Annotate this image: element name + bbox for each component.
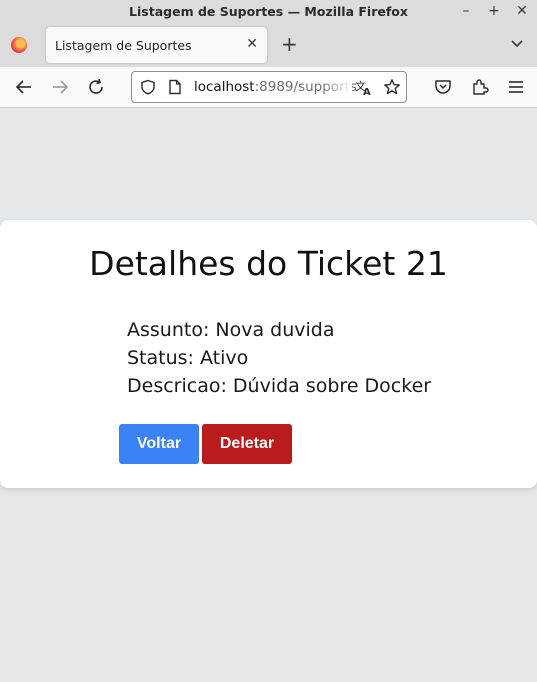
detail-descricao: Descricao: Dúvida sobre Docker bbox=[127, 375, 432, 397]
forward-arrow-icon[interactable] bbox=[50, 77, 70, 97]
navigation-toolbar: localhost:8989/supports 文 A bbox=[0, 67, 537, 108]
extensions-icon[interactable] bbox=[470, 77, 490, 97]
ticket-details-card: Detalhes do Ticket 21 Assunto: Nova duvi… bbox=[0, 220, 537, 488]
delete-button[interactable]: Deletar bbox=[202, 424, 292, 464]
svg-text:A: A bbox=[363, 87, 371, 96]
detail-assunto: Assunto: Nova duvida bbox=[127, 319, 335, 341]
window-controls: – + ✕ bbox=[457, 0, 531, 22]
page-icon[interactable] bbox=[168, 79, 182, 95]
star-icon[interactable] bbox=[383, 78, 401, 96]
close-window-button[interactable]: ✕ bbox=[513, 0, 531, 22]
translate-icon[interactable]: 文 A bbox=[355, 79, 373, 96]
window-title: Listagem de Suportes — Mozilla Firefox bbox=[129, 3, 408, 19]
maximize-button[interactable]: + bbox=[485, 0, 503, 22]
reload-icon[interactable] bbox=[86, 77, 106, 97]
new-tab-button[interactable]: + bbox=[281, 33, 298, 55]
minimize-button[interactable]: – bbox=[457, 0, 475, 22]
detail-status: Status: Ativo bbox=[127, 347, 249, 369]
url-fade bbox=[322, 72, 352, 102]
address-bar[interactable]: localhost:8989/supports 文 A bbox=[131, 71, 407, 103]
pocket-icon[interactable] bbox=[433, 77, 453, 97]
shield-icon[interactable] bbox=[140, 79, 156, 95]
page-title: Detalhes do Ticket 21 bbox=[89, 244, 448, 283]
firefox-logo-icon[interactable] bbox=[11, 37, 27, 53]
window-titlebar: Listagem de Suportes — Mozilla Firefox –… bbox=[0, 0, 537, 22]
back-button[interactable]: Voltar bbox=[119, 424, 199, 464]
tab-listagem-de-suportes[interactable]: Listagem de Suportes ✕ bbox=[46, 27, 267, 63]
tab-close-icon[interactable]: ✕ bbox=[246, 36, 258, 52]
tab-list-chevron-icon[interactable] bbox=[508, 35, 526, 53]
url-host: localhost bbox=[194, 79, 255, 95]
back-arrow-icon[interactable] bbox=[14, 77, 34, 97]
tab-label: Listagem de Suportes bbox=[55, 37, 192, 53]
menu-icon[interactable] bbox=[506, 77, 526, 97]
tab-strip: Listagem de Suportes ✕ + bbox=[0, 22, 537, 67]
